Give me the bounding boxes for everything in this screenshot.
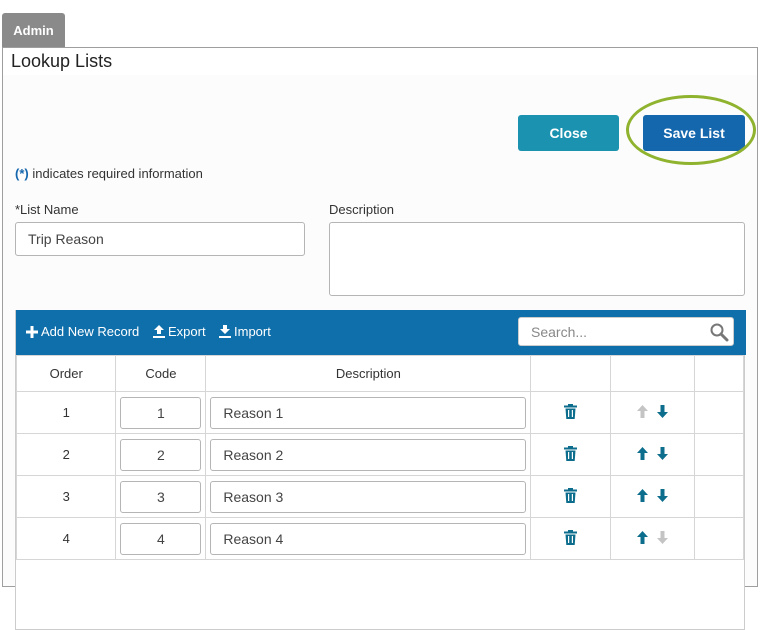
delete-cell	[530, 475, 611, 518]
page-title: Lookup Lists	[11, 51, 113, 71]
arrow-up-icon[interactable]	[637, 488, 649, 505]
order-cell: 2	[15, 433, 117, 476]
code-cell: 4	[115, 517, 207, 560]
trash-icon[interactable]	[564, 529, 578, 545]
code-input[interactable]: 3	[120, 480, 202, 513]
description-input[interactable]: Reason 3	[210, 480, 527, 513]
close-button[interactable]: Close	[518, 115, 619, 151]
table-row: 4 4 Reason 4	[15, 517, 744, 560]
order-cell: 3	[15, 475, 117, 518]
table-row: 3 3 Reason 3	[15, 475, 744, 518]
move-cell	[609, 391, 696, 434]
grid-toolbar: Add New Record Export Import Search...	[16, 310, 746, 355]
trash-icon[interactable]	[564, 403, 578, 419]
code-input[interactable]: 4	[120, 522, 202, 555]
description-label: Description	[329, 202, 395, 217]
records-grid: Add New Record Export Import Search... O…	[15, 310, 746, 630]
spacer-cell	[694, 391, 744, 434]
spacer-cell	[694, 433, 744, 476]
export-button[interactable]: Export	[153, 324, 206, 339]
description-cell: Reason 3	[205, 475, 532, 518]
panel-body: Close Save List (*) indicates required i…	[3, 75, 757, 630]
delete-cell	[530, 517, 611, 560]
spacer-cell	[694, 475, 744, 518]
download-icon	[219, 325, 231, 338]
spacer-cell	[694, 517, 744, 560]
search-input[interactable]: Search...	[518, 317, 734, 346]
table-row: 2 2 Reason 2	[15, 433, 744, 476]
add-new-record-label: Add New Record	[41, 324, 140, 339]
arrow-down-icon[interactable]	[657, 404, 669, 421]
description-column-header[interactable]: Description	[205, 355, 532, 392]
description-cell: Reason 1	[205, 391, 532, 434]
order-cell: 1	[15, 391, 117, 434]
move-cell	[609, 433, 696, 476]
code-cell: 3	[115, 475, 207, 518]
admin-tab[interactable]: Admin	[2, 13, 65, 47]
order-column-header[interactable]: Order	[15, 355, 117, 392]
arrow-down-icon[interactable]	[657, 488, 669, 505]
trash-icon[interactable]	[564, 487, 578, 503]
upload-icon	[153, 325, 165, 338]
table-header-row: Order Code Description	[15, 355, 744, 392]
records-table: Order Code Description 1 1 Reason 1 2 2 …	[15, 355, 744, 560]
import-button[interactable]: Import	[219, 324, 271, 339]
delete-cell	[530, 391, 611, 434]
move-cell	[609, 517, 696, 560]
description-input[interactable]: Reason 1	[210, 396, 527, 429]
search-placeholder: Search...	[531, 324, 588, 340]
code-input[interactable]: 2	[120, 438, 202, 471]
plus-icon	[26, 325, 38, 338]
description-input[interactable]: Reason 4	[210, 522, 527, 555]
description-cell: Reason 2	[205, 433, 532, 476]
lookup-lists-panel: Lookup Lists Close Save List (*) indicat…	[2, 47, 758, 630]
move-cell	[609, 475, 696, 518]
code-cell: 1	[115, 391, 207, 434]
table-row: 1 1 Reason 1	[15, 391, 744, 434]
search-icon[interactable]	[709, 322, 729, 347]
delete-column-header	[530, 355, 611, 392]
code-cell: 2	[115, 433, 207, 476]
description-input[interactable]: Reason 2	[210, 438, 527, 471]
export-label: Export	[168, 324, 206, 339]
arrow-down-icon	[657, 530, 669, 547]
description-field[interactable]	[329, 222, 745, 296]
trash-icon[interactable]	[564, 445, 578, 461]
delete-cell	[530, 433, 611, 476]
arrow-down-icon[interactable]	[657, 446, 669, 463]
arrow-up-icon[interactable]	[637, 446, 649, 463]
required-info-note: (*) indicates required information	[15, 166, 203, 181]
spacer-column-header	[694, 355, 744, 392]
import-label: Import	[234, 324, 271, 339]
list-name-label: *List Name	[15, 202, 79, 217]
description-cell: Reason 4	[205, 517, 532, 560]
order-cell: 4	[15, 517, 117, 560]
required-marker: (*)	[15, 166, 29, 181]
arrow-up-icon[interactable]	[637, 530, 649, 547]
list-name-field[interactable]: Trip Reason	[15, 222, 305, 256]
arrow-up-icon	[637, 404, 649, 421]
move-column-header	[609, 355, 696, 392]
required-note-text: indicates required information	[28, 166, 203, 181]
add-new-record-button[interactable]: Add New Record	[26, 324, 139, 339]
save-list-button[interactable]: Save List	[643, 115, 745, 151]
code-input[interactable]: 1	[120, 396, 202, 429]
code-column-header[interactable]: Code	[115, 355, 207, 392]
